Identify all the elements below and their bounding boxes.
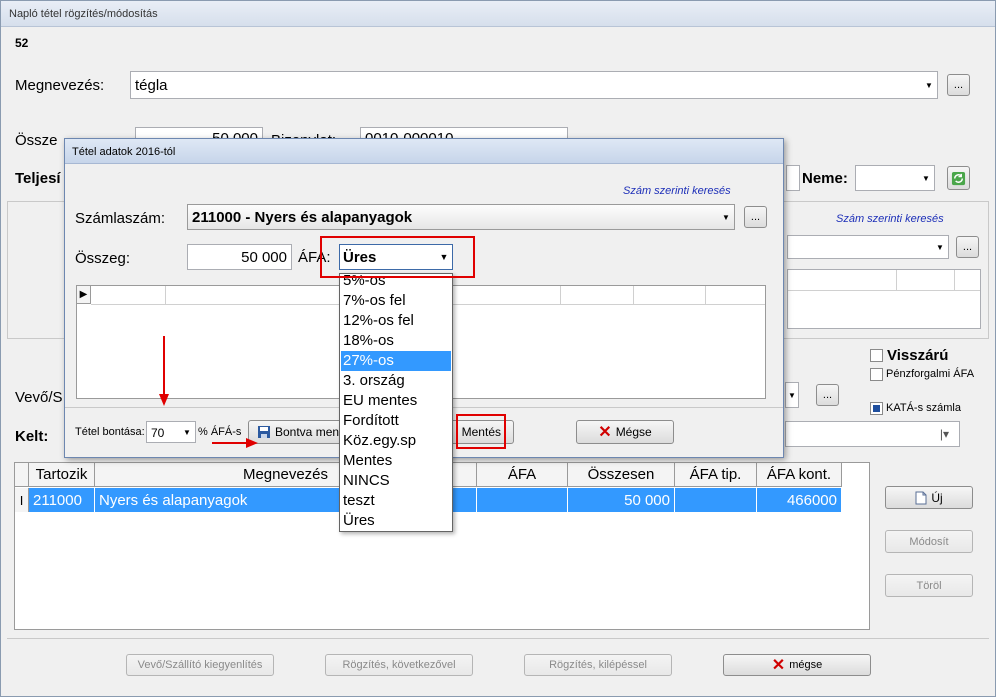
uj-button[interactable]: Új bbox=[885, 486, 973, 509]
megse-dialog-button[interactable]: ✕ Mégse bbox=[576, 420, 674, 444]
afa-option[interactable]: Üres bbox=[341, 511, 451, 531]
kiegyenlites-button[interactable]: Vevő/Szállító kiegyenlítés bbox=[126, 654, 274, 676]
penzforgalmi-label: Pénzforgalmi ÁFA bbox=[886, 368, 975, 380]
modosit-button[interactable]: Módosít bbox=[885, 530, 973, 553]
osszeg-label-partial: Össze bbox=[15, 132, 58, 149]
szamlaszam-browse-button[interactable]: ... bbox=[744, 206, 767, 228]
account-combo-main[interactable]: ▼ bbox=[787, 235, 949, 259]
afa-dropdown-list: 5%-os 7%-os fel 12%-os fel 18%-os 27%-os 3. o… bbox=[339, 273, 453, 532]
afa-option[interactable]: Mentes bbox=[341, 451, 451, 471]
osszeg-input[interactable]: 50 000 bbox=[187, 244, 292, 270]
neme-combo[interactable]: ▼ bbox=[855, 165, 935, 191]
vevo-browse-button[interactable]: ... bbox=[816, 384, 839, 406]
annotation-arrows bbox=[159, 336, 258, 448]
afa-option[interactable]: 27%-os bbox=[341, 351, 451, 371]
record-number: 52 bbox=[15, 36, 29, 50]
afa-option[interactable]: 12%-os fel bbox=[341, 311, 451, 331]
col-header-afa-tip[interactable]: ÁFA tip. bbox=[675, 463, 757, 487]
refresh-button[interactable] bbox=[947, 166, 970, 190]
chevron-down-icon[interactable]: ▼ bbox=[718, 205, 734, 229]
vevo-label-partial: Vevő/S bbox=[15, 389, 63, 406]
cell-afa-kont: 466000 bbox=[757, 488, 842, 512]
afa-option[interactable]: 7%-os fel bbox=[341, 291, 451, 311]
refresh-icon bbox=[951, 171, 966, 185]
window-title: Napló tétel rögzítés/módosítás bbox=[9, 8, 158, 20]
osszeg-label: Összeg: bbox=[75, 250, 131, 267]
chevron-down-icon[interactable]: ▼ bbox=[932, 236, 948, 258]
annotation-highlight-mentes bbox=[456, 414, 506, 449]
cell-afa bbox=[477, 488, 568, 512]
osszeg-input-value: 50 000 bbox=[241, 249, 287, 266]
afa-option[interactable]: EU mentes bbox=[341, 391, 451, 411]
megse-main-label: mégse bbox=[789, 659, 823, 671]
bontva-mentes-label: Bontva ment bbox=[275, 425, 343, 439]
kata-checkbox[interactable] bbox=[870, 402, 883, 415]
close-icon: ✕ bbox=[771, 657, 786, 674]
uj-label: Új bbox=[931, 490, 943, 505]
megnevezes-label: Megnevezés: bbox=[15, 77, 105, 94]
rogzites-kovetkezovel-button[interactable]: Rögzítés, következővel bbox=[325, 654, 473, 676]
annotation-highlight-afa bbox=[320, 236, 475, 278]
col-header-afa[interactable]: ÁFA bbox=[477, 463, 568, 487]
neme-label: Neme: bbox=[802, 170, 848, 187]
afa-option[interactable]: teszt bbox=[341, 491, 451, 511]
szamlaszam-label: Számlaszám: bbox=[75, 210, 166, 227]
new-document-icon bbox=[915, 491, 927, 504]
dialog-title: Tétel adatok 2016-tól bbox=[72, 146, 176, 158]
window-titlebar: Napló tétel rögzítés/módosítás bbox=[1, 1, 995, 27]
vevo-combo-edge[interactable]: ▼ bbox=[785, 382, 799, 408]
cell-tartozik: 211000 bbox=[29, 488, 95, 512]
col-header-osszesen[interactable]: Összesen bbox=[568, 463, 675, 487]
megnevezes-value: tégla bbox=[135, 77, 168, 94]
megse-main-button[interactable]: ✕ mégse bbox=[723, 654, 871, 676]
dialog-titlebar: Tétel adatok 2016-tól bbox=[65, 139, 783, 164]
szamlaszam-value: 211000 - Nyers és alapanyagok bbox=[192, 209, 413, 226]
szam-kereses-link-main[interactable]: Szám szerinti keresés bbox=[836, 213, 944, 225]
row-indicator: I bbox=[15, 488, 29, 512]
col-header-tartozik[interactable]: Tartozik bbox=[29, 463, 95, 487]
penzforgalmi-checkbox[interactable] bbox=[870, 368, 883, 381]
afa-option[interactable]: 18%-os bbox=[341, 331, 451, 351]
afa-option[interactable]: NINCS bbox=[341, 471, 451, 491]
megse-dialog-label: Mégse bbox=[615, 425, 652, 439]
close-icon: ✕ bbox=[598, 424, 612, 441]
visszaru-checkbox[interactable] bbox=[870, 349, 883, 362]
afa-option[interactable]: 3. ország bbox=[341, 371, 451, 391]
torol-button[interactable]: Töröl bbox=[885, 574, 973, 597]
megnevezes-browse-button[interactable]: ... bbox=[947, 74, 970, 96]
kelt-label: Kelt: bbox=[15, 428, 49, 445]
afa-option[interactable]: Fordított bbox=[341, 411, 451, 431]
chevron-down-icon[interactable]: ▼ bbox=[921, 72, 937, 98]
megnevezes-combo[interactable]: tégla ▼ bbox=[130, 71, 938, 99]
account-browse-button-main[interactable]: ... bbox=[956, 236, 979, 258]
visszaru-label: Visszárú bbox=[887, 347, 949, 364]
szam-kereses-link[interactable]: Szám szerinti keresés bbox=[623, 185, 731, 197]
col-header-afa-kont[interactable]: ÁFA kont. bbox=[757, 463, 842, 487]
row-pointer-icon: ▶ bbox=[77, 286, 91, 304]
tetel-bontasa-label: Tétel bontása: bbox=[75, 426, 145, 438]
kata-label: KATÁ-s számla bbox=[886, 402, 961, 414]
szamlaszam-combo[interactable]: 211000 - Nyers és alapanyagok ▼ bbox=[187, 204, 735, 230]
teljesites-label-partial: Teljesí bbox=[15, 170, 61, 187]
chevron-down-icon[interactable]: ▼ bbox=[918, 166, 934, 190]
account-grid-main bbox=[787, 269, 981, 329]
teljesites-field-edge[interactable] bbox=[786, 165, 800, 191]
cell-afa-tip bbox=[675, 488, 757, 512]
cell-osszesen: 50 000 bbox=[568, 488, 675, 512]
chevron-down-icon[interactable]: ▼ bbox=[786, 383, 798, 407]
afa-option[interactable]: Köz.egy.sp bbox=[341, 431, 451, 451]
kelt-field-edge[interactable]: |▾ bbox=[785, 421, 960, 447]
rogzites-kilepessel-button[interactable]: Rögzítés, kilépéssel bbox=[524, 654, 672, 676]
